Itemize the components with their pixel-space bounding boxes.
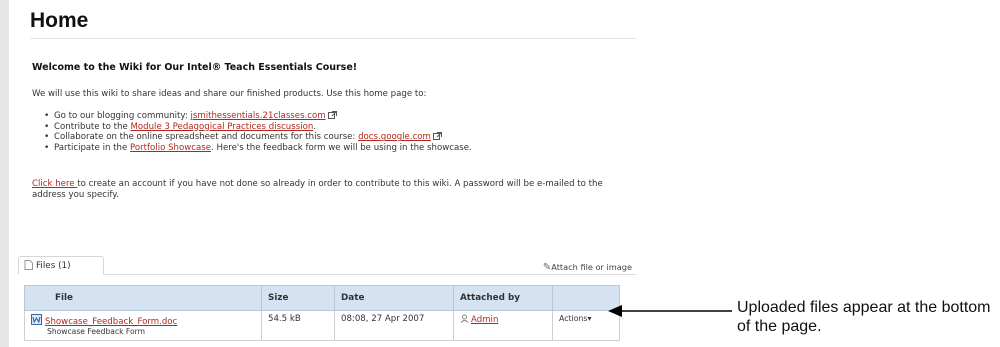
file-cell: Showcase_Feedback_Form.doc Showcase Feed…: [24, 310, 262, 341]
file-description: Showcase Feedback Form: [47, 327, 146, 336]
tab-divider: [24, 274, 636, 275]
showcase-link[interactable]: Portfolio Showcase: [130, 143, 211, 153]
left-rail: [0, 0, 9, 347]
files-icon: [24, 260, 33, 270]
wiki-content: Home Welcome to the Wiki for Our Intel® …: [18, 0, 636, 347]
page-title: Home: [30, 9, 89, 32]
callout-annotation: Uploaded files appear at the bottom of t…: [737, 299, 991, 335]
paperclip-icon: ✎: [542, 262, 552, 273]
bullet-text: Contribute to the: [54, 121, 131, 132]
column-date[interactable]: Date: [334, 285, 454, 311]
account-text: to create an account if you have not don…: [32, 179, 603, 200]
files-tab-label: Files (1): [36, 261, 71, 271]
file-date: 08:08, 27 Apr 2007: [334, 310, 454, 341]
user-icon: [460, 314, 469, 323]
column-size[interactable]: Size: [261, 285, 335, 311]
bullet-discussion: Contribute to the Module 3 Pedagogical P…: [44, 121, 472, 133]
callout-arrow-icon: [608, 305, 732, 317]
home-bullet-list: Go to our blogging community: jsmithesse…: [44, 111, 472, 154]
attached-by-link[interactable]: Admin: [471, 315, 498, 325]
bullet-text: Collaborate on the online spreadsheet an…: [54, 132, 359, 143]
bullet-blog: Go to our blogging community: jsmithesse…: [44, 111, 472, 122]
external-link-icon: [327, 111, 337, 119]
bullet-text: Participate in the: [54, 142, 130, 153]
bullet-text-end: .: [313, 121, 317, 132]
file-size: 54.5 kB: [261, 310, 335, 341]
files-table: File Size Date Attached by Showcase_Feed…: [24, 285, 620, 341]
column-file[interactable]: File: [24, 285, 262, 311]
blog-link[interactable]: jsmithessentials.21classes.com: [190, 111, 325, 121]
bullet-text-end: . Here's the feedback form we will be us…: [211, 142, 472, 153]
attached-by-cell: Admin: [453, 310, 553, 341]
bullet-docs: Collaborate on the online spreadsheet an…: [44, 132, 472, 143]
column-attached-by[interactable]: Attached by: [453, 285, 553, 311]
attach-file-link[interactable]: ✎Attach file or image: [543, 262, 632, 273]
files-table-header: File Size Date Attached by: [24, 285, 620, 311]
docs-link[interactable]: docs.google.com: [358, 132, 431, 142]
actions-dropdown[interactable]: Actions▾: [559, 314, 591, 323]
intro-text: We will use this wiki to share ideas and…: [32, 89, 427, 99]
external-link-icon: [432, 132, 442, 141]
title-divider: [30, 38, 636, 39]
table-row: Showcase_Feedback_Form.doc Showcase Feed…: [24, 310, 620, 341]
click-here-link[interactable]: Click here: [32, 179, 77, 189]
bullet-showcase: Participate in the Portfolio Showcase. H…: [44, 142, 472, 154]
word-doc-icon: [31, 314, 42, 325]
bullet-text: Go to our blogging community:: [54, 111, 191, 121]
files-tab[interactable]: Files (1): [18, 256, 104, 275]
attach-label: Attach file or image: [551, 262, 632, 272]
welcome-heading: Welcome to the Wiki for Our Intel® Teach…: [32, 62, 358, 73]
account-paragraph: Click here to create an account if you h…: [32, 179, 632, 201]
discussion-link[interactable]: Module 3 Pedagogical Practices discussio…: [130, 122, 313, 132]
file-name-link[interactable]: Showcase_Feedback_Form.doc: [45, 317, 177, 327]
